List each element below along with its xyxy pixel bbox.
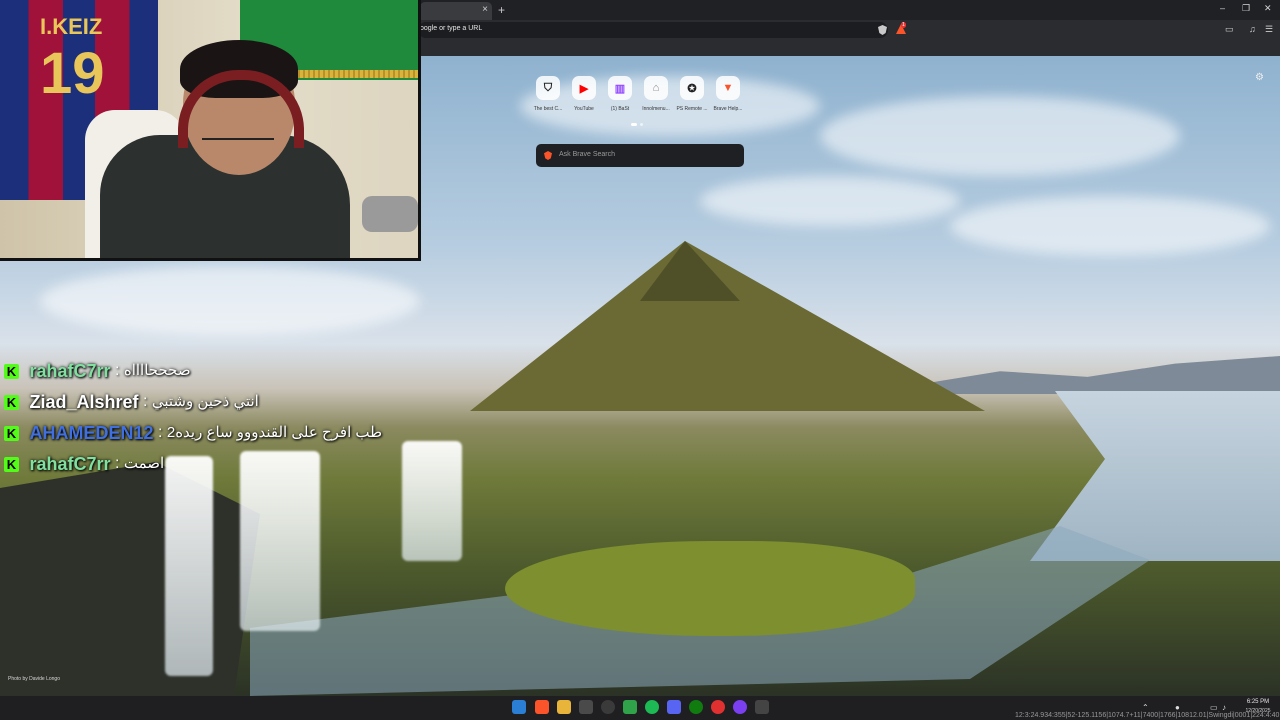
settings-gear-icon[interactable]: ⚙ [1255, 72, 1264, 83]
brave-search-box[interactable]: Ask Brave Search [536, 144, 744, 167]
terminal-icon[interactable] [755, 700, 769, 714]
jersey-number: 19 [40, 41, 105, 106]
brave-icon: ▼ [716, 76, 740, 100]
network-icon[interactable]: ▭ [1210, 703, 1218, 712]
media-icon[interactable]: ♫ [1249, 24, 1256, 34]
chat-separator: : [114, 362, 120, 379]
brave-taskbar-icon[interactable] [535, 700, 549, 714]
maximize-button[interactable]: ❐ [1242, 3, 1250, 14]
youtube-icon: ▶ [572, 76, 596, 100]
chat-text: انتي ذحين وشتبي [151, 393, 259, 410]
brave-logo-icon [544, 151, 552, 160]
close-window-button[interactable]: ✕ [1264, 3, 1272, 14]
chat-username: AHAMEDEN12 [29, 423, 154, 443]
tray-overflow-icon[interactable]: ⌃ [1142, 703, 1149, 712]
pager-dot-active[interactable] [631, 123, 637, 126]
spotify-icon[interactable] [645, 700, 659, 714]
microphone [362, 196, 418, 232]
pager-dot[interactable] [640, 123, 643, 126]
chat-username: rahafC7rr [29, 361, 111, 381]
kick-badge-icon: K [4, 456, 19, 472]
chat-text: اصمت [123, 455, 165, 472]
jersey-name: I.KEIZ [40, 14, 103, 39]
address-bar-text: oogle or type a URL [420, 25, 483, 32]
new-tab-button[interactable]: + [498, 3, 505, 17]
menu-icon[interactable]: ☰ [1265, 24, 1273, 35]
chat-username: rahafC7rr [29, 454, 111, 474]
rewards-badge: 1 [901, 22, 906, 28]
photo-credit[interactable]: Photo by Davide Longo [8, 676, 60, 682]
store-icon[interactable] [579, 700, 593, 714]
active-tab[interactable]: × [420, 2, 492, 20]
chat-username: Ziad_Alshref [29, 392, 139, 412]
file-explorer-icon[interactable] [557, 700, 571, 714]
tray-app-icon[interactable]: ● [1175, 703, 1180, 712]
tile-label: Brave Help... [713, 106, 743, 112]
kick-badge-icon: K [4, 363, 19, 379]
app-icon[interactable] [733, 700, 747, 714]
screenshot-icon[interactable]: ▭ [1225, 24, 1234, 35]
obs-icon[interactable] [601, 700, 615, 714]
chat-separator: : [142, 393, 148, 410]
volume-icon[interactable]: ♪ [1222, 703, 1226, 712]
playstation-icon: ✪ [680, 76, 704, 100]
top-site-tile[interactable]: ▼ Brave Help... [710, 74, 746, 118]
top-site-tile[interactable]: ✪ PS Remote ... [674, 74, 710, 118]
top-sites: ⛉ The best C... ▶ YouTube ▥ (1) BaSt ⌂ I… [530, 74, 750, 118]
top-site-tile[interactable]: ▥ (1) BaSt [602, 74, 638, 118]
close-tab-icon[interactable]: × [482, 4, 488, 15]
chat-message: K AHAMEDEN12 : طب افرح على القندووو ساع … [4, 422, 464, 453]
discord-icon[interactable] [667, 700, 681, 714]
chrome-icon[interactable] [711, 700, 725, 714]
kick-badge-icon: K [4, 394, 19, 410]
stream-stats-overlay: 12:3:24.934:355|52-125.1156|1074.7+11|74… [1015, 712, 1280, 719]
chat-text: طب افرح على القندووو ساع ريده2 [166, 424, 383, 441]
clock-time[interactable]: 6:25 PM [1240, 699, 1276, 705]
chat-text: صحححااااه [123, 362, 191, 379]
home-icon: ⌂ [644, 76, 668, 100]
chat-message: K rahafC7rr : اصمت [4, 453, 464, 484]
top-site-tile[interactable]: ⛉ The best C... [530, 74, 566, 118]
xbox-app-icon[interactable] [689, 700, 703, 714]
windows-start-icon[interactable] [512, 700, 526, 714]
chat-overlay: K rahafC7rr : صحححااااه K Ziad_Alshref :… [4, 360, 464, 484]
chat-separator: : [157, 424, 163, 441]
kick-badge-icon: K [4, 425, 19, 441]
chat-message: K rahafC7rr : صحححااااه [4, 360, 464, 391]
gamepad-icon: ⛉ [536, 76, 560, 100]
address-bar[interactable]: oogle or type a URL [418, 22, 888, 38]
xbox-icon[interactable] [623, 700, 637, 714]
chat-separator: : [114, 455, 120, 472]
top-sites-pager[interactable] [631, 123, 649, 127]
twitch-icon: ▥ [608, 76, 632, 100]
search-placeholder: Ask Brave Search [559, 151, 616, 158]
chat-message: K Ziad_Alshref : انتي ذحين وشتبي [4, 391, 464, 422]
top-site-tile[interactable]: ▶ YouTube [566, 74, 602, 118]
top-site-tile[interactable]: ⌂ Innolmenu... [638, 74, 674, 118]
webcam-overlay: I.KEIZ 19 [0, 0, 421, 261]
minimize-button[interactable]: – [1220, 3, 1225, 13]
